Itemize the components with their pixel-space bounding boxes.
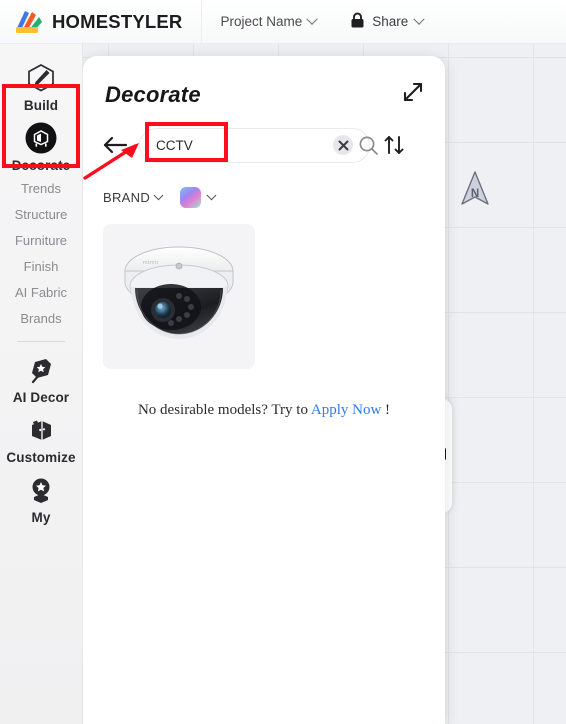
sidebar-item-customize[interactable]: Customize — [0, 408, 83, 468]
grid-line-vertical — [448, 44, 449, 724]
empty-results-note: No desirable models? Try to Apply Now ! — [83, 402, 445, 419]
sidebar-subitem-finish[interactable]: Finish — [0, 254, 83, 280]
sidebar-divider — [17, 341, 65, 342]
color-filter-dropdown[interactable] — [180, 186, 217, 208]
customize-cabinet-icon — [24, 413, 58, 447]
my-star-badge-icon — [24, 473, 58, 507]
apply-now-link[interactable]: Apply Now — [311, 402, 381, 418]
chevron-down-icon — [206, 189, 217, 200]
grid-line-vertical — [533, 44, 534, 724]
topbar-divider — [201, 0, 203, 44]
sidebar-item-build[interactable]: Build — [0, 56, 83, 116]
empty-note-suffix: ! — [381, 402, 391, 418]
empty-note-prefix: No desirable models? Try to — [137, 402, 311, 418]
build-cube-pencil-icon — [24, 61, 58, 95]
search-box[interactable] — [139, 127, 378, 163]
expand-diagonal-arrows-icon[interactable] — [399, 78, 427, 106]
search-row — [83, 122, 445, 168]
project-name-dropdown[interactable]: Project Name — [220, 13, 318, 29]
app-root: N HOMESTYLER Project Name Share Build De… — [0, 0, 566, 724]
sidebar-subitem-ai-fabric[interactable]: AI Fabric — [0, 280, 83, 306]
search-icon[interactable] — [353, 134, 383, 156]
sidebar-item-label: Customize — [6, 450, 76, 465]
sidebar-subitem-trends[interactable]: Trends — [0, 176, 83, 202]
sidebar-item-my[interactable]: My — [0, 468, 83, 528]
project-name-label: Project Name — [220, 14, 303, 29]
decorate-sofa-icon — [24, 121, 58, 155]
brand-filter-label: BRAND — [103, 189, 151, 205]
chevron-down-icon — [413, 13, 425, 25]
sidebar-item-decorate[interactable]: Decorate — [0, 116, 83, 176]
top-bar: HOMESTYLER Project Name Share — [0, 0, 566, 44]
brand-filter-dropdown[interactable]: BRAND — [103, 189, 164, 205]
model-card-dome-cctv-camera[interactable]: mtmtr — [103, 224, 255, 369]
lock-icon — [350, 12, 365, 32]
sidebar-item-label: Decorate — [11, 158, 71, 173]
sidebar-subitem-furniture[interactable]: Furniture — [0, 228, 83, 254]
share-dropdown[interactable]: Share — [350, 12, 425, 32]
sidebar-item-ai-decor[interactable]: AI Decor — [0, 348, 83, 408]
results-list: mtmtr No desirable models? Try to Apply … — [83, 224, 445, 419]
dome-cctv-camera-thumbnail: mtmtr — [103, 224, 255, 369]
search-input[interactable] — [140, 137, 333, 153]
ai-decor-magic-wand-icon — [24, 353, 58, 387]
share-label: Share — [372, 14, 409, 29]
decorate-panel: Decorate CCTV BRAND mtmtr No desirable m… — [83, 56, 445, 724]
compass-label: N — [471, 188, 479, 200]
sort-up-down-icon[interactable] — [383, 133, 405, 157]
close-circle-icon[interactable] — [333, 135, 353, 155]
homestyler-fan-logo-icon[interactable] — [14, 9, 44, 35]
sidebar-item-label: Build — [23, 98, 59, 113]
brand-name: HOMESTYLER — [52, 10, 183, 32]
sidebar-subitem-brands[interactable]: Brands — [0, 306, 83, 332]
left-sidebar: Build Decorate Trends Structure Furnitur… — [0, 44, 83, 724]
sidebar-item-label: My — [31, 510, 51, 525]
chevron-down-icon — [153, 189, 164, 200]
north-compass-arrow-icon[interactable]: N — [459, 170, 491, 208]
chevron-down-icon — [306, 13, 318, 25]
svg-text:mtmtr: mtmtr — [143, 260, 159, 266]
back-arrow-icon[interactable] — [102, 135, 128, 155]
panel-title: Decorate — [105, 82, 201, 107]
sidebar-subitem-structure[interactable]: Structure — [0, 202, 83, 228]
color-gradient-swatch-icon — [180, 186, 202, 208]
filter-row: BRAND — [83, 182, 445, 212]
sidebar-item-label: AI Decor — [12, 390, 70, 405]
